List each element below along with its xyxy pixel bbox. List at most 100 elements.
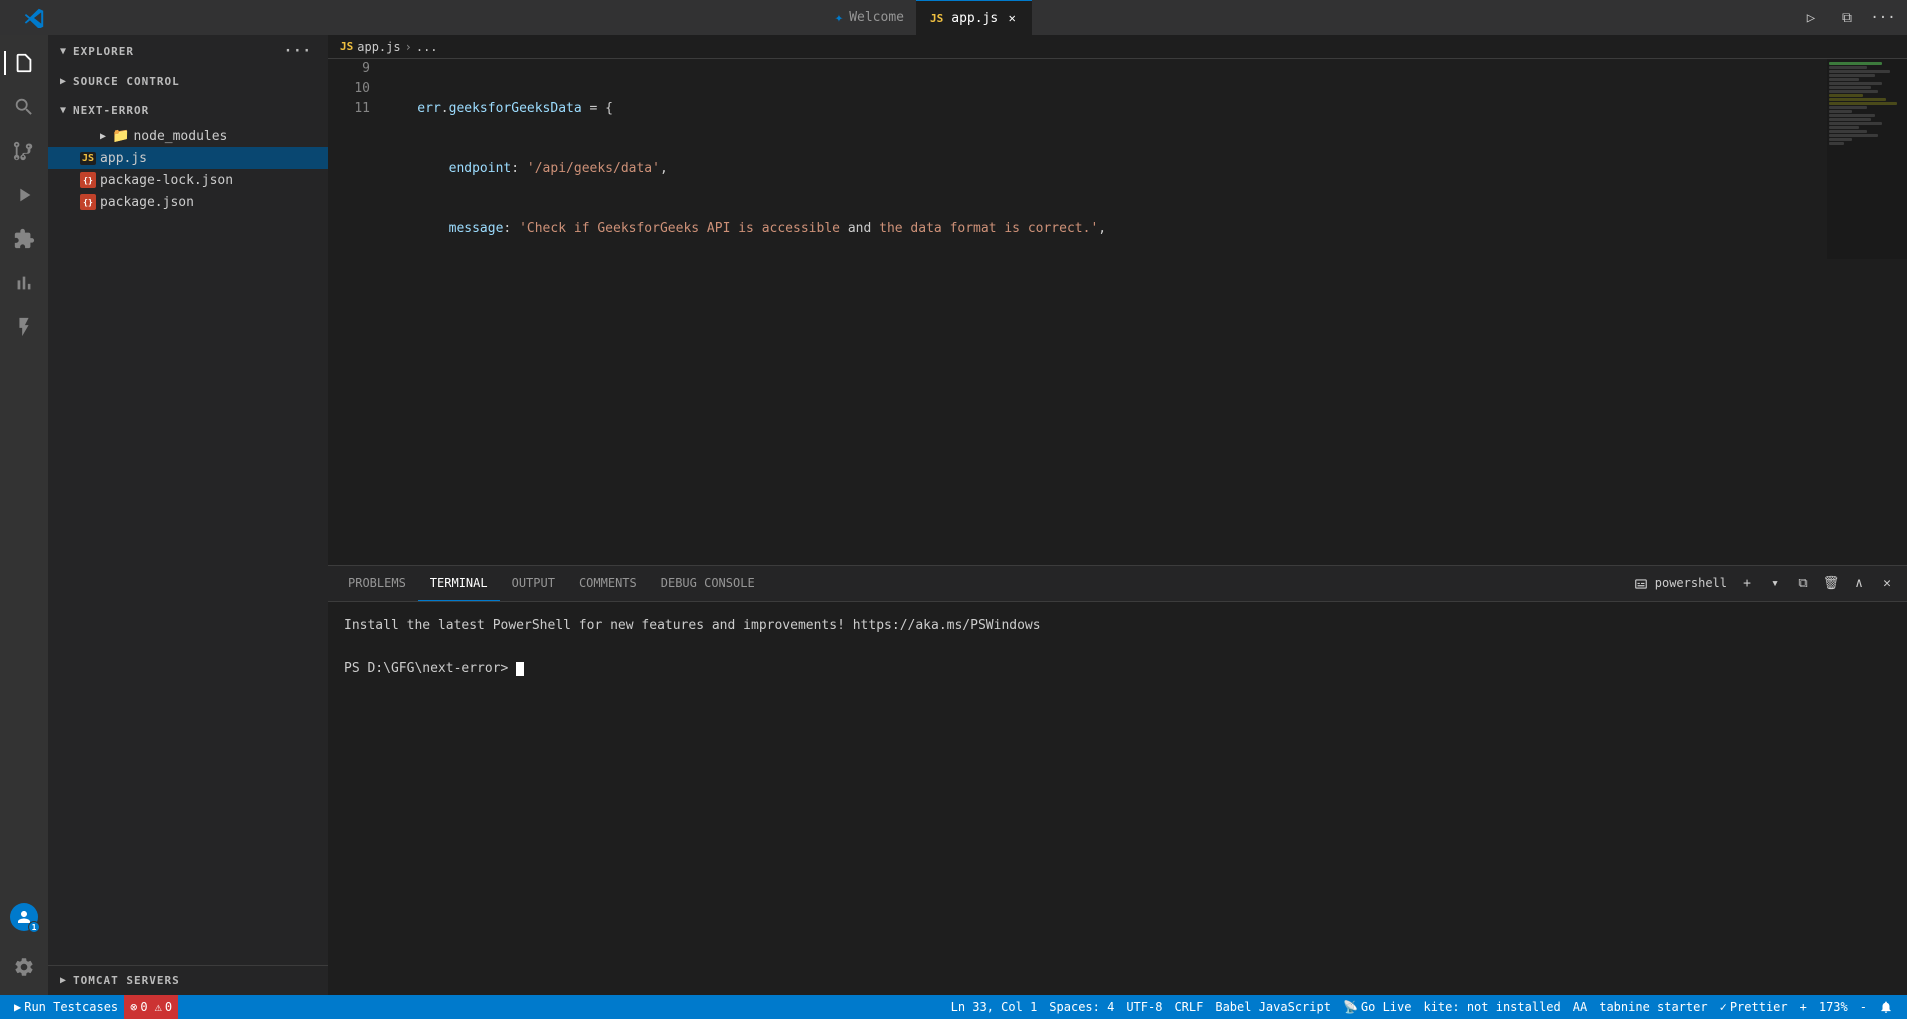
source-control-icon — [13, 140, 35, 162]
status-prettier[interactable]: ✓ Prettier — [1714, 995, 1794, 1019]
sidebar-bottom: ▶ TOMCAT SERVERS — [48, 965, 328, 995]
activity-run[interactable] — [4, 175, 44, 215]
appjs-tab-icon: JS — [928, 11, 945, 26]
explorer-header[interactable]: ▼ EXPLORER ··· — [48, 35, 328, 67]
status-zoom[interactable]: 173% — [1813, 995, 1854, 1019]
status-golive[interactable]: 📡 Go Live — [1337, 995, 1418, 1019]
activity-search[interactable] — [4, 87, 44, 127]
lightning-icon — [13, 316, 35, 338]
welcome-tab-label: Welcome — [849, 10, 904, 25]
source-control-header[interactable]: ▶ SOURCE CONTROL — [48, 67, 328, 96]
tab-output[interactable]: OUTPUT — [500, 566, 567, 601]
tree-item-appjs[interactable]: JS app.js — [48, 147, 328, 169]
line-numbers: 9 10 11 — [328, 59, 378, 259]
tree-item-node-modules[interactable]: ▶ 📁 node_modules — [48, 125, 328, 147]
status-eol[interactable]: CRLF — [1168, 995, 1209, 1019]
more-actions-button[interactable]: ··· — [1869, 4, 1897, 32]
tab-problems[interactable]: PROBLEMS — [336, 566, 418, 601]
node-modules-folder-icon: 📁 — [112, 128, 129, 144]
code-token: '/api/geeks/data' — [527, 159, 660, 179]
code-token — [386, 219, 449, 239]
editor-empty-space — [328, 259, 1907, 565]
main-layout: 1 ▼ EXPLORER ··· ▶ SOURCE CONTROL ▼ NEXT… — [0, 35, 1907, 995]
maximize-panel-btn[interactable]: ∧ — [1847, 572, 1871, 596]
node-modules-label: node_modules — [133, 129, 227, 144]
tomcat-label: TOMCAT SERVERS — [73, 974, 180, 987]
status-notifications[interactable] — [1873, 995, 1899, 1019]
code-token: , — [660, 159, 668, 179]
explorer-more-btn[interactable]: ··· — [284, 43, 312, 59]
kill-terminal-btn[interactable]: 🗑 — [1819, 572, 1843, 596]
status-spaces[interactable]: Spaces: 4 — [1043, 995, 1120, 1019]
code-line-11: message: 'Check if GeeksforGeeks API is … — [386, 219, 1819, 239]
terminal-line-1: Install the latest PowerShell for new fe… — [344, 616, 1891, 636]
status-errors[interactable]: ⊗ 0 ⚠ 0 — [124, 995, 178, 1019]
warning-count: 0 — [165, 1000, 172, 1014]
tab-terminal[interactable]: TERMINAL — [418, 566, 500, 601]
next-error-header[interactable]: ▼ NEXT-ERROR — [48, 96, 328, 125]
tree-item-package-lock[interactable]: {} package-lock.json — [48, 169, 328, 191]
tab-debug-console[interactable]: DEBUG CONSOLE — [649, 566, 767, 601]
activity-chart[interactable] — [4, 263, 44, 303]
appjs-tab-close[interactable]: ✕ — [1004, 10, 1020, 26]
problems-label: PROBLEMS — [348, 576, 406, 590]
status-plus[interactable]: + — [1794, 995, 1813, 1019]
status-run-testcases[interactable]: ▶ Run Testcases — [8, 995, 124, 1019]
code-token: err — [386, 99, 441, 119]
code-editor[interactable]: 9 10 11 err.geeksforGeeksData = { endpoi… — [328, 59, 1907, 259]
user-avatar[interactable]: 1 — [10, 903, 38, 931]
activity-explorer[interactable] — [4, 43, 44, 83]
split-editor-button[interactable]: ⧉ — [1833, 4, 1861, 32]
settings-icon — [13, 956, 35, 978]
encoding-text: UTF-8 — [1126, 1000, 1162, 1014]
kite-text: kite: not installed — [1423, 1000, 1560, 1014]
status-position[interactable]: Ln 33, Col 1 — [945, 995, 1044, 1019]
activity-settings[interactable] — [4, 947, 44, 987]
status-tabnine[interactable]: tabnine starter — [1593, 995, 1713, 1019]
title-bar-actions: ▷ ⧉ ··· — [1797, 4, 1897, 32]
file-tree: ▶ 📁 node_modules JS app.js {} package-lo… — [48, 125, 328, 965]
explorer-label: EXPLORER — [73, 45, 134, 58]
plus-text: + — [1800, 1000, 1807, 1014]
breadcrumb-filename[interactable]: app.js — [357, 40, 400, 54]
activity-git[interactable] — [4, 131, 44, 171]
title-bar: ✦ Welcome JS app.js ✕ ▷ ⧉ ··· — [0, 0, 1907, 35]
status-aa[interactable]: AA — [1567, 995, 1593, 1019]
run-debug-icon — [13, 184, 35, 206]
golive-text: Go Live — [1361, 1000, 1412, 1014]
golive-icon: 📡 — [1343, 1000, 1358, 1014]
appjs-tab-label: app.js — [951, 11, 998, 26]
zoom-text: 173% — [1819, 1000, 1848, 1014]
status-language[interactable]: Babel JavaScript — [1209, 995, 1337, 1019]
status-encoding[interactable]: UTF-8 — [1120, 995, 1168, 1019]
vscode-logo-icon — [24, 8, 44, 28]
package-json-label: package.json — [100, 195, 194, 210]
code-content[interactable]: err.geeksforGeeksData = { endpoint: '/ap… — [378, 59, 1827, 259]
activity-lightning[interactable] — [4, 307, 44, 347]
code-token: . — [441, 99, 449, 119]
terminal-text: Install the latest PowerShell for new fe… — [344, 618, 1041, 633]
close-panel-btn[interactable]: ✕ — [1875, 572, 1899, 596]
tomcat-header[interactable]: ▶ TOMCAT SERVERS — [48, 966, 328, 995]
output-label: OUTPUT — [512, 576, 555, 590]
tab-appjs[interactable]: JS app.js ✕ — [916, 0, 1032, 35]
tree-item-package-json[interactable]: {} package.json — [48, 191, 328, 213]
tab-comments[interactable]: COMMENTS — [567, 566, 649, 601]
run-button[interactable]: ▷ — [1797, 4, 1825, 32]
code-token: message — [449, 219, 504, 239]
new-terminal-btn[interactable]: + — [1735, 572, 1759, 596]
notification-badge: 1 — [28, 921, 40, 933]
warning-icon: ⚠ — [155, 1000, 162, 1014]
appjs-file-icon: JS — [80, 152, 96, 165]
tab-welcome[interactable]: ✦ Welcome — [823, 0, 916, 35]
status-minus[interactable]: - — [1854, 995, 1873, 1019]
error-count: 0 — [140, 1000, 147, 1014]
terminal-content[interactable]: Install the latest PowerShell for new fe… — [328, 602, 1907, 995]
status-kite[interactable]: kite: not installed — [1417, 995, 1566, 1019]
split-terminal-btn[interactable]: ⧉ — [1791, 572, 1815, 596]
breadcrumb-context[interactable]: ... — [416, 40, 438, 54]
activity-extensions[interactable] — [4, 219, 44, 259]
activity-bar: 1 — [0, 35, 48, 995]
terminal-dropdown-btn[interactable]: ▾ — [1763, 572, 1787, 596]
error-icon: ⊗ — [130, 1000, 137, 1014]
